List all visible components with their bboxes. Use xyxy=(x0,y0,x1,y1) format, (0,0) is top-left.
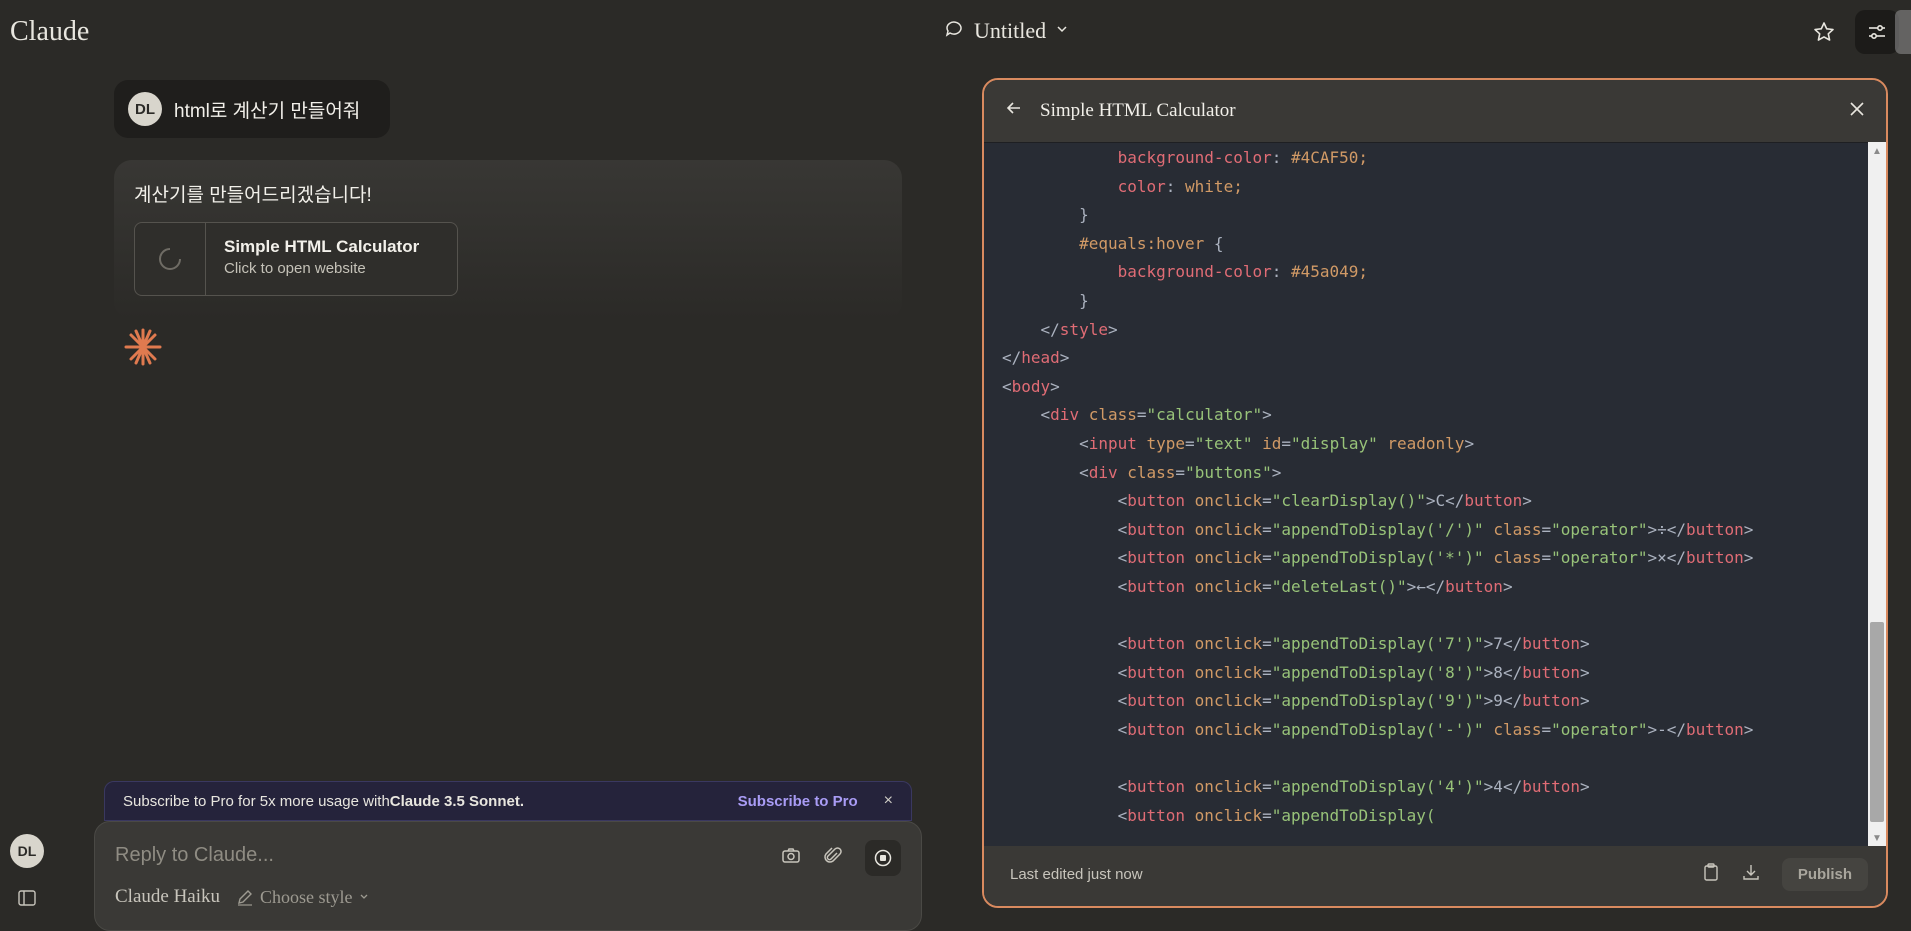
assistant-message-text: 계산기를 만들어드리겠습니다! xyxy=(134,185,372,206)
code-line: <button onclick="appendToDisplay('9')">9… xyxy=(1002,691,1590,711)
code-line: <button onclick="clearDisplay()">C</butt… xyxy=(1002,491,1532,511)
artifact-subtitle: Click to open website xyxy=(224,260,366,277)
code-line: color: white; xyxy=(1117,176,1243,196)
avatar: DL xyxy=(128,92,162,126)
tune-icon xyxy=(1869,25,1885,40)
scrollbar[interactable]: ▲ ▼ xyxy=(1868,142,1886,848)
code-line: #equals:hover { xyxy=(1079,233,1224,253)
code-line: <button onclick="appendToDisplay('-')" c… xyxy=(1002,720,1754,739)
user-message-text: html로 계산기 만들어줘 xyxy=(174,100,361,122)
sidebar-toggle-icon[interactable] xyxy=(18,890,36,911)
promo-text-model: Claude 3.5 Sonnet. xyxy=(389,792,524,810)
pen-icon xyxy=(238,890,253,906)
stop-icon xyxy=(874,849,892,867)
code-line: <input type="text" id="display" readonly… xyxy=(1002,434,1475,453)
copy-icon[interactable] xyxy=(1702,862,1720,887)
stop-button[interactable] xyxy=(865,840,901,876)
code-line: <button onclick="appendToDisplay('4')">4… xyxy=(1002,777,1590,797)
artifact-panel: Simple HTML Calculator background-color:… xyxy=(982,78,1888,908)
artifact-panel-title: Simple HTML Calculator xyxy=(1040,100,1236,121)
code-line: <button onclick="appendToDisplay('8')">8… xyxy=(1002,662,1590,682)
claude-logo[interactable]: Claude xyxy=(10,16,89,48)
code-line: <button onclick="deleteLast()">←</button… xyxy=(1002,577,1513,596)
model-selector[interactable]: Claude Haiku xyxy=(115,886,220,908)
code-line: <button onclick="appendToDisplay( xyxy=(1002,805,1436,825)
scroll-down-icon[interactable]: ▼ xyxy=(1872,833,1882,844)
subscribe-link[interactable]: Subscribe to Pro xyxy=(738,793,858,810)
user-message: DL html로 계산기 만들어줘 xyxy=(114,80,391,138)
settings-button[interactable] xyxy=(1855,10,1899,54)
title-text: Untitled xyxy=(974,18,1047,43)
chevron-down-icon xyxy=(1056,22,1068,40)
scroll-up-icon[interactable]: ▲ xyxy=(1872,146,1882,157)
scrollbar-thumb[interactable] xyxy=(1870,622,1884,822)
loading-spinner-icon xyxy=(135,223,206,295)
code-line: } xyxy=(1002,205,1089,225)
artifact-panel-header: Simple HTML Calculator xyxy=(984,80,1886,143)
artifact-title: Simple HTML Calculator xyxy=(224,237,420,256)
download-icon[interactable] xyxy=(1742,863,1760,886)
back-arrow-icon[interactable] xyxy=(1004,98,1024,123)
artifact-panel-footer: Last edited just now Publish xyxy=(984,846,1886,906)
claude-spark-icon xyxy=(122,326,164,373)
camera-icon[interactable] xyxy=(781,846,801,871)
publish-button[interactable]: Publish xyxy=(1781,858,1868,891)
conversation-title[interactable]: Untitled xyxy=(944,18,1068,44)
code-line: <body> xyxy=(1002,376,1060,396)
promo-text-prefix: Subscribe to Pro for 5x more usage with xyxy=(123,792,390,810)
code-line: </head> xyxy=(1002,348,1070,368)
style-label: Choose style xyxy=(260,886,353,907)
window-edge xyxy=(1895,10,1911,54)
reply-composer[interactable]: Reply to Claude... Claude Haiku Choose s… xyxy=(94,821,922,931)
code-line: <button onclick="appendToDisplay('7')">7… xyxy=(1002,634,1590,654)
code-line: <div class="buttons"> xyxy=(1002,462,1282,482)
paperclip-icon[interactable] xyxy=(823,846,843,871)
account-avatar[interactable]: DL xyxy=(10,834,44,868)
last-edited-status: Last edited just now xyxy=(1010,866,1143,883)
close-icon[interactable] xyxy=(1848,100,1866,123)
code-line: </style> xyxy=(1002,319,1118,339)
reply-input[interactable]: Reply to Claude... xyxy=(115,844,274,867)
star-icon xyxy=(1814,22,1834,41)
star-button[interactable] xyxy=(1802,10,1846,54)
code-line: background-color: #4CAF50; xyxy=(1117,148,1369,167)
assistant-message: 계산기를 만들어드리겠습니다! Simple HTML Calculator C… xyxy=(114,160,902,320)
style-selector[interactable]: Choose style xyxy=(236,887,369,908)
code-line: } xyxy=(1002,291,1089,310)
pro-upsell-banner: Subscribe to Pro for 5x more usage with … xyxy=(104,781,912,821)
code-line: <button onclick="appendToDisplay('*')" c… xyxy=(1002,548,1754,568)
code-line: <div class="calculator"> xyxy=(1002,405,1272,425)
artifact-card[interactable]: Simple HTML Calculator Click to open web… xyxy=(134,222,458,296)
chat-icon xyxy=(944,19,964,44)
chevron-down-icon xyxy=(360,894,367,899)
code-view[interactable]: background-color: #4CAF50; color: white;… xyxy=(984,142,1870,848)
code-line: <button onclick="appendToDisplay('/')" c… xyxy=(1002,519,1754,539)
close-icon[interactable]: × xyxy=(884,792,893,810)
code-line: background-color: #45a049; xyxy=(1117,262,1369,282)
